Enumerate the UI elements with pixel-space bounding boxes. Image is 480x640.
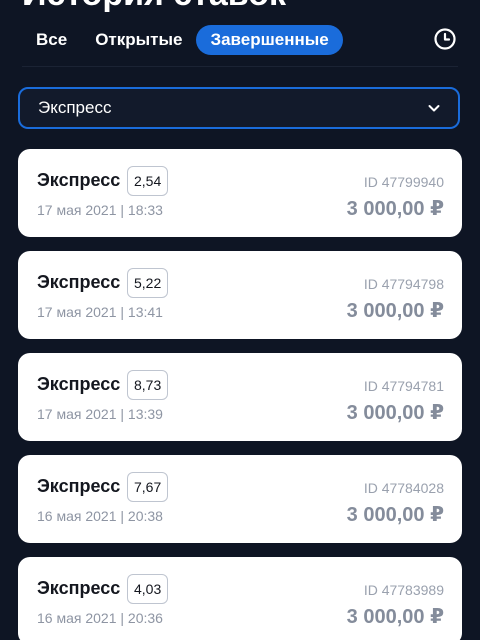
bet-card[interactable]: Экспресс 5,22 17 мая 2021 | 13:41 ID 477…	[18, 251, 462, 339]
bet-id: ID 47783989	[363, 582, 444, 598]
coefficient-badge: 5,22	[127, 268, 169, 298]
bet-card[interactable]: Экспресс 8,73 17 мая 2021 | 13:39 ID 477…	[18, 353, 462, 441]
bet-type-select-value: Экспресс	[38, 98, 112, 117]
bet-card[interactable]: Экспресс 7,67 16 мая 2021 | 20:38 ID 477…	[18, 455, 462, 543]
coefficient-badge: 7,67	[127, 472, 169, 502]
bet-amount: 3 000,00 ₽	[346, 300, 444, 322]
bet-amount: 3 000,00 ₽	[346, 198, 444, 220]
tab-all[interactable]: Все	[22, 25, 81, 55]
bet-history-screen: История ставок Все Открытые Завершенные …	[0, 0, 480, 640]
bet-amount: 3 000,00 ₽	[346, 606, 444, 628]
bet-id: ID 47784028	[363, 480, 444, 496]
bet-card[interactable]: Экспресс 4,03 16 мая 2021 | 20:36 ID 477…	[18, 557, 462, 640]
bet-id: ID 47794781	[363, 378, 444, 394]
bet-date: 16 мая 2021 | 20:36	[37, 610, 163, 626]
history-button[interactable]	[432, 26, 458, 52]
bet-date: 17 мая 2021 | 13:39	[37, 406, 163, 422]
bet-type: Экспресс	[37, 374, 121, 394]
bet-card[interactable]: Экспресс 2,54 17 мая 2021 | 18:33 ID 477…	[18, 149, 462, 237]
bet-type: Экспресс	[37, 578, 121, 598]
bet-date: 16 мая 2021 | 20:38	[37, 508, 163, 524]
bet-type: Экспресс	[37, 272, 121, 292]
coefficient-badge: 8,73	[127, 370, 169, 400]
clock-icon	[434, 28, 456, 50]
bet-id: ID 47799940	[363, 174, 444, 190]
bet-type: Экспресс	[37, 170, 121, 190]
bet-type: Экспресс	[37, 476, 121, 496]
tabs-divider	[22, 66, 458, 67]
bet-date: 17 мая 2021 | 18:33	[37, 202, 163, 218]
bet-amount: 3 000,00 ₽	[346, 504, 444, 526]
tab-open[interactable]: Открытые	[81, 25, 196, 55]
status-tabs: Все Открытые Завершенные	[22, 24, 343, 56]
coefficient-badge: 4,03	[127, 574, 169, 604]
bet-date: 17 мая 2021 | 13:41	[37, 304, 163, 320]
tab-completed[interactable]: Завершенные	[196, 25, 343, 55]
bet-type-select[interactable]: Экспресс	[18, 87, 460, 129]
page-title: История ставок	[22, 0, 286, 14]
bet-list: Экспресс 2,54 17 мая 2021 | 18:33 ID 477…	[18, 149, 462, 640]
coefficient-badge: 2,54	[127, 166, 169, 196]
bet-id: ID 47794798	[363, 276, 444, 292]
bet-amount: 3 000,00 ₽	[346, 402, 444, 424]
chevron-down-icon	[428, 105, 440, 112]
